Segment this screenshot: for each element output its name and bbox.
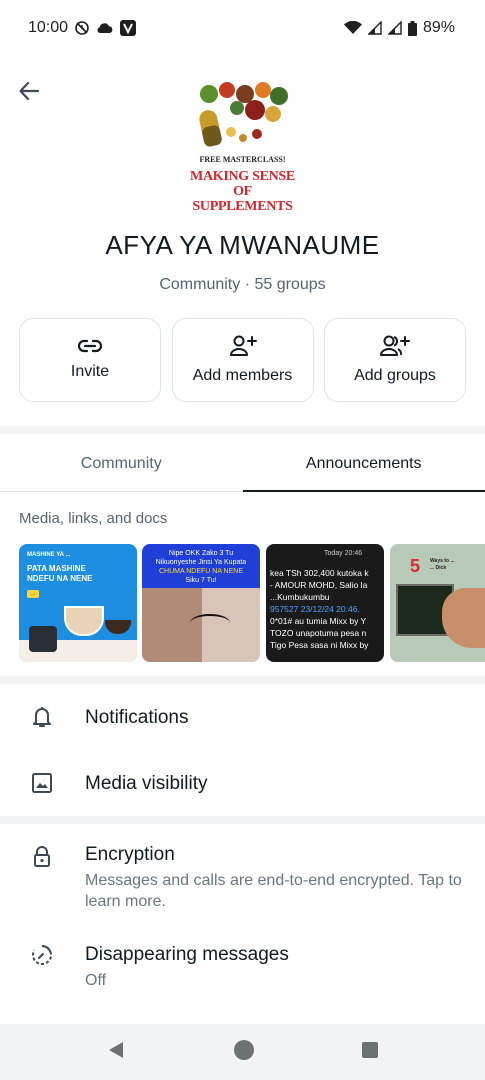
thumb-text: PATA MASHINE NDEFU NA NENE xyxy=(27,564,92,584)
tab-announcements[interactable]: Announcements xyxy=(242,436,485,492)
thumb-text-line: PATA MASHINE xyxy=(27,564,86,573)
media-row: MASHINE YA ... PATA MASHINE NDEFU NA NEN… xyxy=(19,544,485,662)
image-caption-line: OF SUPPLEMENTS xyxy=(192,184,293,210)
notifications-label: Notifications xyxy=(85,707,189,728)
bell-icon xyxy=(30,705,54,729)
battery-icon xyxy=(407,20,417,36)
status-left: 10:00 xyxy=(28,19,137,37)
invite-button[interactable]: Invite xyxy=(19,318,161,402)
supplements-illustration xyxy=(187,80,298,152)
status-time: 10:00 xyxy=(28,19,69,36)
thumb-decoration xyxy=(105,620,131,634)
image-caption-small: FREE MASTERCLASS! xyxy=(199,155,286,164)
timer-icon xyxy=(30,943,54,967)
thumb-decoration xyxy=(64,606,104,636)
status-bar: 10:00 89% xyxy=(0,0,485,56)
media-thumbnail[interactable]: 5 Ways to ... ... Dick xyxy=(390,544,485,662)
section-divider xyxy=(0,816,485,824)
disappearing-messages-value: Off xyxy=(85,972,107,989)
media-thumbnail[interactable]: Today 20:46 kea TSh 302,400 kutoka k - A… xyxy=(266,544,384,662)
image-caption-large: MAKING SENSE OF SUPPLEMENTS xyxy=(187,169,298,210)
back-button[interactable] xyxy=(14,76,44,106)
thumb-text-line: NDEFU NA NENE xyxy=(27,574,93,583)
nav-back-icon[interactable] xyxy=(106,1040,126,1065)
thumb-text: Nipe OKK Zako 3 Tu xyxy=(168,550,234,557)
media-visibility-label: Media visibility xyxy=(85,773,208,794)
invite-label: Invite xyxy=(70,363,110,380)
thumb-text: 0*01# au tumia Mixx by Y xyxy=(270,616,367,626)
thumb-text: TOZO unapotuma pesa n xyxy=(270,628,367,638)
thumb-text: Tigo Pesa sasa ni Mixx by xyxy=(270,640,369,650)
nav-home-icon[interactable] xyxy=(233,1039,255,1066)
notifications-row[interactable]: Notifications xyxy=(0,684,485,750)
status-right: 89% xyxy=(343,19,455,37)
thumb-text: kea TSh 302,400 kutoka k xyxy=(270,568,369,578)
media-section-title[interactable]: Media, links, and docs xyxy=(19,510,167,527)
media-thumbnail[interactable]: Nipe OKK Zako 3 Tu Nikuonyeshe Jinsi Ya … xyxy=(142,544,260,662)
thumb-text: CHUMA NDEFU NA NENE xyxy=(158,568,243,575)
thumb-text: Siku 7 Tu! xyxy=(185,577,217,584)
alarm-off-icon xyxy=(74,20,90,36)
thumb-banner: Nipe OKK Zako 3 Tu Nikuonyeshe Jinsi Ya … xyxy=(142,544,260,588)
lock-icon xyxy=(30,845,54,869)
thumb-text-line: Ways to ... xyxy=(430,558,455,564)
wifi-icon xyxy=(343,21,362,35)
tab-bar: Community Announcements xyxy=(0,436,485,492)
nav-recents-icon[interactable] xyxy=(361,1041,379,1064)
thumb-text-line: ... Dick xyxy=(430,565,447,571)
thumb-time: Today 20:46 xyxy=(324,550,363,557)
signal-icon xyxy=(387,21,402,35)
section-divider xyxy=(0,676,485,684)
thumb-text: 957527 23/12/24 20:46. xyxy=(270,604,360,614)
media-thumbnail[interactable]: MASHINE YA ... PATA MASHINE NDEFU NA NEN… xyxy=(19,544,137,662)
add-groups-label: Add groups xyxy=(354,367,436,384)
arrow-back-icon xyxy=(19,81,40,101)
action-buttons: Invite Add members Add groups xyxy=(19,318,466,402)
link-icon xyxy=(77,339,103,353)
cloud-icon xyxy=(96,22,114,34)
add-members-label: Add members xyxy=(192,367,293,384)
add-groups-button[interactable]: Add groups xyxy=(324,318,466,402)
disappearing-messages-row[interactable]: Disappearing messages Off xyxy=(0,924,485,1004)
community-avatar[interactable]: FREE MASTERCLASS! MAKING SENSE OF SUPPLE… xyxy=(187,80,298,210)
thumb-decoration xyxy=(190,614,230,632)
media-visibility-row[interactable]: Media visibility xyxy=(0,750,485,816)
disappearing-messages-label: Disappearing messages xyxy=(85,944,289,965)
tab-community[interactable]: Community xyxy=(0,436,243,491)
thumb-text: MASHINE YA ... xyxy=(27,552,71,558)
thumb-badge: ... xyxy=(27,590,40,598)
signal-icon xyxy=(367,21,382,35)
thumb-text: Ways to ... ... Dick xyxy=(430,558,455,572)
v-app-icon xyxy=(120,20,137,36)
section-divider xyxy=(0,426,485,434)
system-nav-bar xyxy=(0,1024,485,1080)
thumb-text: 5 xyxy=(410,556,421,576)
thumb-decoration xyxy=(442,588,485,648)
community-name: AFYA YA MWANAUME xyxy=(105,230,380,260)
person-add-icon xyxy=(229,335,257,356)
thumb-text: - AMOUR MOHD, Salio la xyxy=(270,580,368,590)
thumb-text: ...Kumbukumbu xyxy=(270,592,330,602)
battery-level: 89% xyxy=(422,19,455,36)
group-add-icon xyxy=(380,335,410,356)
encryption-label: Encryption xyxy=(85,844,175,865)
community-meta: Community · 55 groups xyxy=(159,276,326,293)
image-icon xyxy=(30,771,54,795)
thumb-text: Nikuonyeshe Jinsi Ya Kupata xyxy=(155,559,247,566)
image-caption-line: MAKING SENSE xyxy=(190,169,295,184)
encryption-row[interactable]: Encryption Messages and calls are end-to… xyxy=(0,824,485,920)
encryption-description: Messages and calls are end-to-end encryp… xyxy=(85,872,462,910)
add-members-button[interactable]: Add members xyxy=(171,318,314,402)
thumb-decoration xyxy=(29,626,57,652)
